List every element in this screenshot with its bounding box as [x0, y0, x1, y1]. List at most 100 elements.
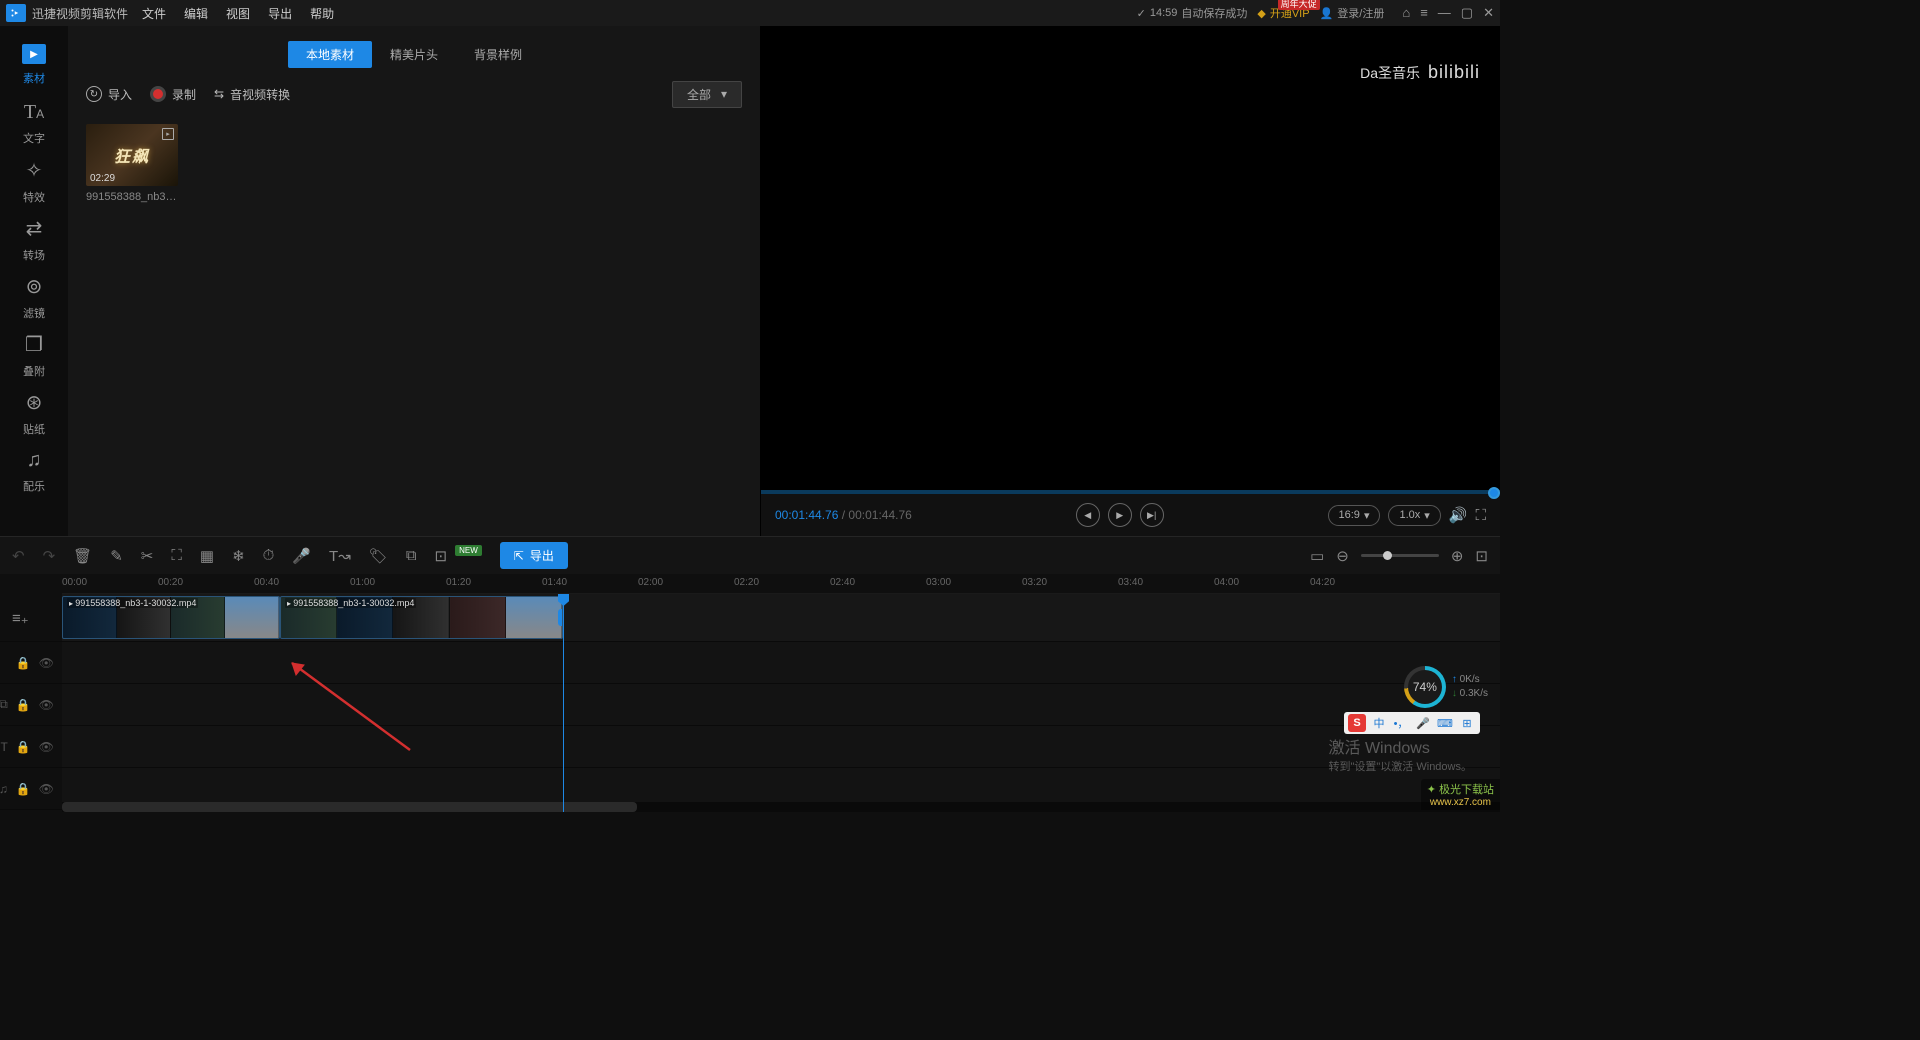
menu-export[interactable]: 导出: [268, 5, 292, 22]
prev-frame-button[interactable]: ◀: [1076, 503, 1100, 527]
sidebar-transition[interactable]: ⇄ 转场: [0, 210, 68, 268]
ruler-tick: 03:00: [926, 577, 951, 588]
sidebar-overlay[interactable]: ❐ 叠附: [0, 326, 68, 384]
import-button[interactable]: ↻ 导入: [86, 86, 132, 103]
ruler-tick: 00:40: [254, 577, 279, 588]
next-frame-button[interactable]: ▶|: [1140, 503, 1164, 527]
timeline-view-icon[interactable]: ▭: [1310, 547, 1324, 565]
music-icon: ♫: [27, 449, 42, 472]
ruler-tick: 04:00: [1214, 577, 1239, 588]
copy-button[interactable]: ⧉: [406, 547, 417, 564]
sparkle-icon: ✧: [26, 158, 43, 183]
aspect-ratio-select[interactable]: 16:9▾: [1328, 505, 1381, 526]
speed-button[interactable]: ⏱: [263, 547, 275, 564]
menu-file[interactable]: 文件: [142, 5, 166, 22]
convert-button[interactable]: ⇆ 音视频转换: [214, 86, 290, 103]
ime-lang[interactable]: 中: [1370, 714, 1388, 732]
media-item[interactable]: ▸ 狂飙 02:29 991558388_nb3-...: [86, 124, 178, 203]
sidebar-sticker[interactable]: ⊛ 贴纸: [0, 384, 68, 442]
lock-icon[interactable]: 🔒: [16, 782, 31, 796]
video-clip[interactable]: 991558388_nb3-1-30032.mp4: [62, 596, 280, 639]
app-logo: [6, 4, 26, 22]
record-button[interactable]: 录制: [150, 86, 196, 103]
sidebar-filter[interactable]: ⊚ 滤镜: [0, 268, 68, 326]
preview-panel: Da圣音乐 bilibili 00:01:44.76 / 00:01:44.76…: [761, 26, 1500, 536]
tab-local-media[interactable]: 本地素材: [288, 41, 372, 68]
lock-icon[interactable]: 🔒: [16, 656, 31, 670]
ime-keyboard-icon[interactable]: ⌨: [1436, 714, 1454, 732]
user-icon: 👤: [1320, 7, 1334, 20]
lock-icon[interactable]: 🔒: [16, 740, 31, 754]
ai-button[interactable]: ⊡: [435, 547, 448, 565]
timeline-scrollbar[interactable]: [62, 802, 1500, 812]
media-filter-select[interactable]: 全部 ▾: [672, 81, 742, 108]
ime-voice-icon[interactable]: 🎤: [1414, 714, 1432, 732]
sidebar-effects[interactable]: ✧ 特效: [0, 152, 68, 210]
mosaic-button[interactable]: ▦: [200, 547, 214, 565]
maximize-icon[interactable]: ▢: [1461, 5, 1473, 21]
vip-button[interactable]: ◆ 开通VIP 周年大促: [1257, 5, 1309, 21]
ime-toolbar[interactable]: S 中 •， 🎤 ⌨ ⊞: [1344, 712, 1480, 734]
track-body[interactable]: [62, 726, 1500, 767]
mic-button[interactable]: 🎤: [292, 547, 311, 565]
filter-icon: ⊚: [26, 274, 43, 299]
ime-grid-icon[interactable]: ⊞: [1458, 714, 1476, 732]
site-watermark: 极光下载站 www.xz7.com: [1421, 779, 1500, 810]
volume-icon[interactable]: 🔊: [1449, 506, 1468, 524]
eye-icon[interactable]: 👁: [39, 698, 54, 712]
video-track[interactable]: 991558388_nb3-1-30032.mp4 991558388_nb3-…: [62, 594, 1500, 641]
home-icon[interactable]: ⌂: [1402, 5, 1410, 21]
tag-button[interactable]: 🏷: [369, 547, 388, 565]
new-badge: NEW: [455, 545, 482, 556]
delete-button[interactable]: 🗑: [73, 547, 92, 565]
eye-icon[interactable]: 👁: [39, 656, 54, 670]
menu-icon[interactable]: ≡: [1420, 5, 1428, 21]
preview-viewport[interactable]: Da圣音乐 bilibili: [761, 26, 1500, 490]
zoom-in-button[interactable]: ⊕: [1451, 547, 1464, 565]
export-button[interactable]: ⇱ 导出: [500, 542, 568, 569]
edit-button[interactable]: ✎: [110, 547, 123, 565]
eye-icon[interactable]: 👁: [39, 782, 54, 796]
minimize-icon[interactable]: —: [1438, 5, 1451, 21]
track-head-video: ≡₊: [0, 594, 62, 641]
video-clip[interactable]: 991558388_nb3-1-30032.mp4: [280, 596, 563, 639]
zoom-out-button[interactable]: ⊖: [1336, 547, 1349, 565]
menu-edit[interactable]: 编辑: [184, 5, 208, 22]
playhead[interactable]: [563, 594, 564, 812]
play-button[interactable]: ▶: [1108, 503, 1132, 527]
convert-icon: ⇆: [214, 87, 224, 101]
lock-icon[interactable]: 🔒: [16, 698, 31, 712]
close-icon[interactable]: ✕: [1483, 5, 1494, 21]
tab-intro-templates[interactable]: 精美片头: [372, 41, 456, 68]
sidebar-media[interactable]: ▶ 素材: [0, 36, 68, 94]
text-anim-button[interactable]: T↝: [329, 547, 351, 565]
fullscreen-icon[interactable]: ⛶: [1475, 507, 1486, 524]
import-icon: ↻: [86, 86, 102, 102]
ruler-tick: 04:20: [1310, 577, 1335, 588]
preview-scrubber[interactable]: [761, 490, 1500, 494]
cut-button[interactable]: ✂: [141, 547, 154, 565]
zoom-fit-button[interactable]: ⊡: [1475, 547, 1488, 565]
duration-label: 02:29: [90, 173, 115, 184]
freeze-button[interactable]: ❄: [232, 547, 245, 565]
redo-button[interactable]: ↷: [43, 547, 56, 565]
crop-button[interactable]: ⛶: [171, 547, 182, 564]
undo-button[interactable]: ↶: [12, 547, 25, 565]
app-name: 迅捷视频剪辑软件: [32, 5, 128, 22]
track-head-video: 🔒 👁: [0, 642, 62, 683]
text-icon: T: [0, 740, 7, 754]
zoom-slider[interactable]: [1361, 554, 1439, 557]
track-body[interactable]: [62, 684, 1500, 725]
timeline-ruler[interactable]: 00:0000:2000:4001:0001:2001:4002:0002:20…: [62, 574, 1500, 594]
track-body[interactable]: [62, 642, 1500, 683]
track-menu-icon[interactable]: ≡₊: [12, 609, 29, 627]
menu-help[interactable]: 帮助: [310, 5, 334, 22]
menu-view[interactable]: 视图: [226, 5, 250, 22]
eye-icon[interactable]: 👁: [39, 740, 54, 754]
sidebar-music[interactable]: ♫ 配乐: [0, 442, 68, 500]
ime-punct-icon[interactable]: •，: [1392, 714, 1410, 732]
login-button[interactable]: 👤 登录/注册: [1320, 5, 1385, 21]
tab-background-samples[interactable]: 背景样例: [456, 41, 540, 68]
sidebar-text[interactable]: TA 文字: [0, 94, 68, 152]
playback-speed-select[interactable]: 1.0x▾: [1388, 505, 1440, 526]
